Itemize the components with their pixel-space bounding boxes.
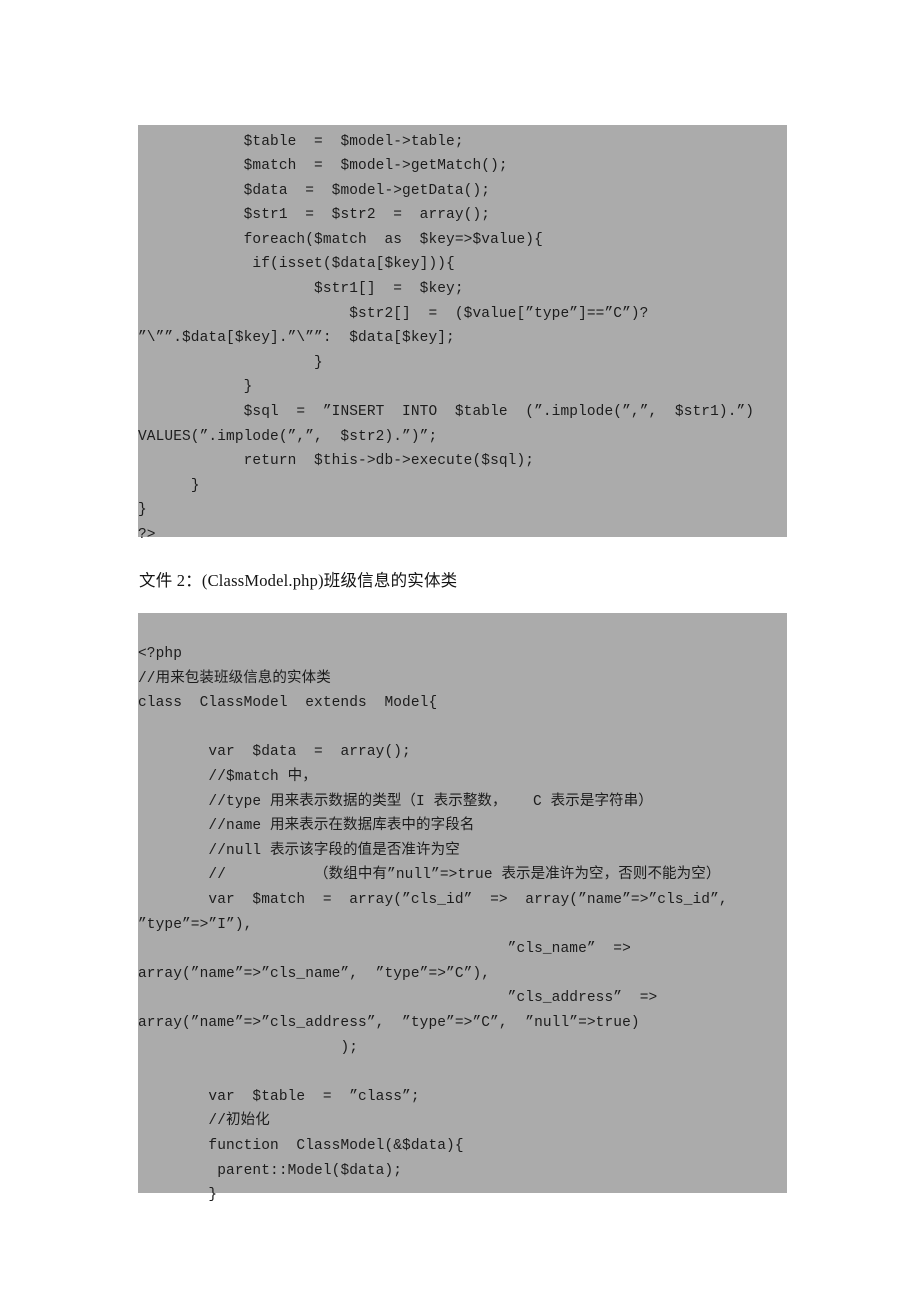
- code-block-insert-method: $table = $model->table; $match = $model-…: [138, 124, 787, 543]
- code-line: return $this->db->execute($sql);: [138, 453, 535, 470]
- code-line: ?>: [138, 527, 156, 543]
- code-line: // （数组中有”null”=>true 表示是准许为空，否则不能为空）: [138, 867, 721, 884]
- file-caption-classmodel: 文件 2：(ClassModel.php)班级信息的实体类: [139, 571, 458, 590]
- code-line: foreach($match as $key=>$value){: [138, 231, 543, 248]
- code-line: );: [138, 1039, 359, 1056]
- code-line: }: [138, 477, 200, 494]
- code-line: function ClassModel(&$data){: [138, 1137, 464, 1154]
- code-line: $str2[] = ($value[”type”]==”C”)? ”\””.$d…: [138, 305, 667, 347]
- code-line: //null 表示该字段的值是否准许为空: [138, 842, 460, 859]
- document-page: $table = $model->table; $match = $model-…: [0, 0, 920, 1302]
- code-line: parent::Model($data);: [138, 1162, 403, 1179]
- code-line: $str1[] = $key;: [138, 281, 464, 298]
- code-line: //name 用来表示在数据库表中的字段名: [138, 818, 475, 835]
- code-line: }: [138, 502, 147, 519]
- code-line: $sql = ”INSERT INTO $table (”.implode(”,…: [138, 404, 772, 445]
- code-line: }: [138, 379, 253, 396]
- code-line: $match = $model->getMatch();: [138, 158, 508, 175]
- code-line: //初始化: [138, 1113, 270, 1130]
- code-line: //$match 中，: [138, 769, 317, 786]
- code-line: $table = $model->table;: [138, 133, 464, 150]
- code-line: var $match = array(”cls_id” => array(”na…: [138, 892, 737, 933]
- code-block-classmodel-php: <?php //用来包装班级信息的实体类 class ClassModel exte…: [138, 612, 787, 1203]
- code-line: ”cls_address” => array(”name”=>”cls_addr…: [138, 990, 675, 1031]
- code-line: class ClassModel extends Model{: [138, 695, 438, 712]
- code-line: //用来包装班级信息的实体类: [138, 670, 331, 687]
- code-line: $str1 = $str2 = array();: [138, 207, 491, 224]
- code-line: ”cls_name” => array(”name”=>”cls_name”, …: [138, 941, 649, 982]
- code-line: //type 用来表示数据的类型（I 表示整数， C 表示是字符串）: [138, 793, 653, 810]
- code-line: $data = $model->getData();: [138, 182, 491, 199]
- code-line: <?php: [138, 646, 183, 663]
- code-line: var $table = ”class”;: [138, 1088, 420, 1105]
- code-line: var $data = array();: [138, 744, 411, 761]
- code-line: }: [138, 1187, 218, 1204]
- code-line: }: [138, 354, 323, 371]
- code-line: if(isset($data[$key])){: [138, 256, 455, 273]
